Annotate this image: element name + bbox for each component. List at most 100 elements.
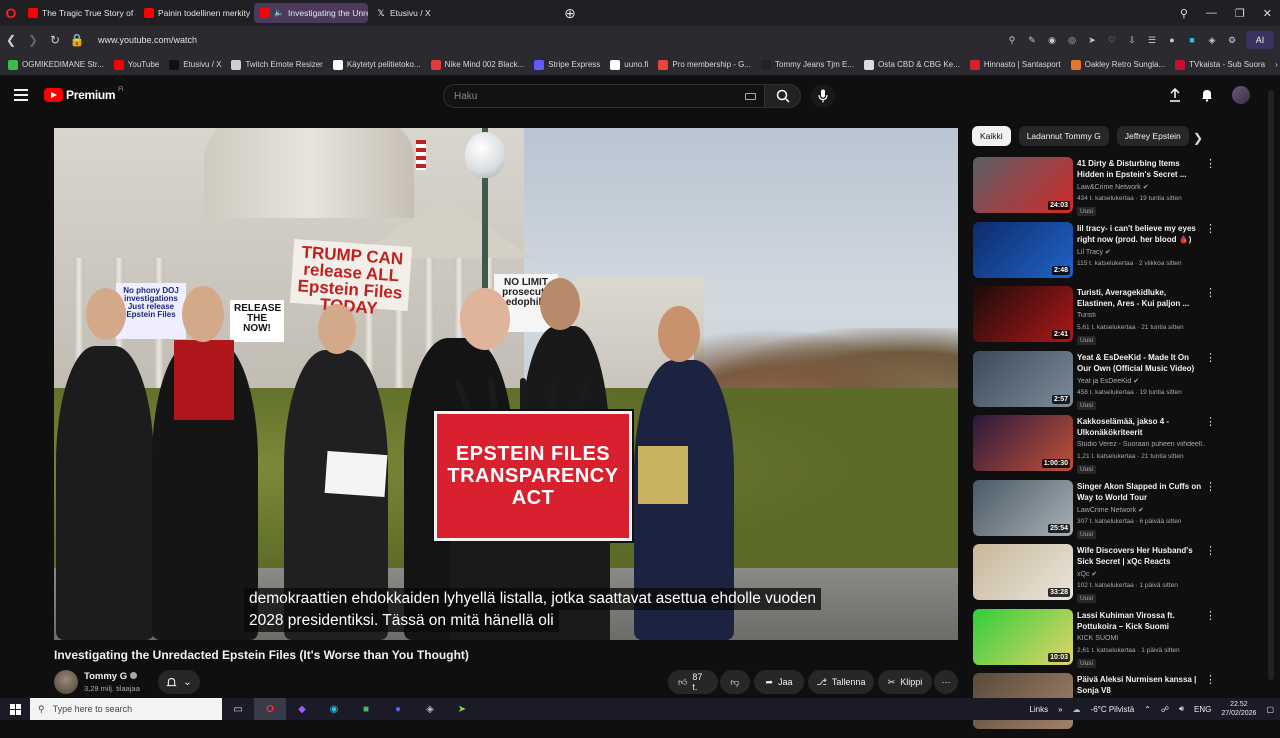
recommendation-channel[interactable]: LawCrime Network ✔ [1077,506,1205,514]
video-thumbnail[interactable]: 2:48 [973,221,1073,278]
more-vertical-icon[interactable]: ⋮ [1205,352,1216,363]
dislike-button[interactable]: 👎︎ [720,670,750,694]
reload-icon[interactable]: ↻ [44,29,66,51]
more-vertical-icon[interactable]: ⋮ [1205,481,1216,492]
links-toolbar[interactable]: Links [1029,705,1048,714]
page-scrollbar[interactable] [1268,90,1274,680]
recommendation-channel-name[interactable]: Law&Crime Network [1077,184,1141,191]
bookmark-item[interactable]: Tommy Jeans Tjm E... [761,59,854,70]
voice-search-button[interactable] [811,84,835,108]
guide-menu-icon[interactable] [14,89,28,101]
recommendation-item[interactable]: 2:48 lil tracy- i can't believe my eyes r… [972,221,1218,287]
recommendation-item[interactable]: 10:03 Lassi Kuhiman Virossa ft. Pottukoir… [972,608,1218,674]
recommendation-item[interactable]: 33:28 Wife Discovers Her Husband's Sick S… [972,544,1218,609]
video-thumbnail[interactable]: 33:28 [973,544,1073,600]
bookmark-item[interactable]: OGMIKEDIMANE Str... [8,59,104,70]
video-thumbnail[interactable]: 10:03 [973,608,1073,665]
recommendation-item[interactable]: 1:00:30 Kakkoselämää, jakso 4 - Ulkonäkök… [972,415,1218,480]
weather-text[interactable]: -6°C Pilvistä [1091,705,1135,714]
extension-icon[interactable]: ■ [1186,34,1198,46]
app-green-icon[interactable]: ■ [350,698,382,720]
channel-avatar[interactable] [54,670,78,694]
bookmark-item[interactable]: Käytetyt pelitietoko... [332,59,421,70]
like-button[interactable]: 👍︎ 87 t. [668,670,718,694]
edit-icon[interactable]: ✎ [1026,34,1038,46]
language-indicator[interactable]: ENG [1194,705,1211,714]
save-button[interactable]: ⎇ Tallenna [808,670,874,694]
bookmark-item[interactable]: Hinnasto | Santasport [969,59,1061,70]
bookmark-item[interactable]: TVkaista - Sub Suora [1175,59,1265,70]
video-thumbnail[interactable]: 2:57 [973,350,1073,407]
recommendation-item[interactable]: 25:54 Singer Akon Slapped in Cuffs on Way… [972,479,1218,545]
chip-uploaded-by[interactable]: Ladannut Tommy G [1018,126,1109,146]
bookmark-item[interactable]: Stripe Express [534,59,600,70]
camera-icon[interactable]: ◉ [1046,34,1058,46]
more-vertical-icon[interactable]: ⋮ [1205,288,1216,299]
minimize-icon[interactable]: — [1206,7,1217,19]
recommendation-channel-name[interactable]: Studio Verez - Suoraan puheen viihdeell.… [1077,441,1205,448]
forward-icon[interactable]: ❯ [22,29,44,51]
task-view-icon[interactable]: ▭ [222,698,254,720]
chip-jeffrey-epstein[interactable]: Jeffrey Epstein [1116,126,1189,146]
notifications-bell-icon[interactable] [1200,88,1214,102]
keyboard-icon[interactable] [745,93,756,100]
video-thumbnail[interactable]: 2:41 [973,286,1073,342]
bookmark-item[interactable]: Pro membership - G... [658,59,751,70]
tab-etusivu-x[interactable]: 𝕏 Etusivu / X [370,3,484,23]
chevron-double-right-icon[interactable]: » [1058,705,1062,714]
figma-icon[interactable]: ◆ [286,698,318,720]
more-actions-button[interactable]: ⋯ [934,670,958,694]
start-button[interactable] [0,698,30,720]
recommendation-channel-name[interactable]: Yeat ja EsDeeKid [1077,378,1131,385]
recommendation-channel[interactable]: xQc ✔ [1077,570,1205,578]
bookmark-item[interactable]: YouTube [113,59,159,70]
recommendation-channel-name[interactable]: Lil Tracy [1077,249,1103,256]
bookmark-item[interactable]: Osta CBD & CBG Ke... [864,59,960,70]
zoom-icon[interactable]: ⚲ [1006,34,1018,46]
upload-icon[interactable] [1168,88,1182,102]
video-thumbnail[interactable]: 1:00:30 [973,415,1073,471]
recommendation-title[interactable]: Lassi Kuhiman Virossa ft. Pottukoira – K… [1077,610,1205,632]
speaker-icon[interactable]: 🔈 [274,8,284,18]
clip-button[interactable]: ✂ Klippi [878,670,932,694]
recommendation-channel[interactable]: KICK SUOMI [1077,635,1205,642]
tab-painin[interactable]: Painin todellinen merkity [138,3,252,23]
recommendation-item[interactable]: 2:57 Yeat & EsDeeKid - Made It On Our Own… [972,350,1218,416]
bookmark-item[interactable]: Oakley Retro Sungla... [1070,59,1165,70]
more-vertical-icon[interactable]: ⋮ [1205,675,1216,686]
recommendation-channel-name[interactable]: Turisti [1077,312,1096,319]
settings-icon[interactable]: ⚙ [1226,34,1238,46]
recommendation-channel-name[interactable]: LawCrime Network [1077,507,1136,514]
more-vertical-icon[interactable]: ⋮ [1205,417,1216,428]
maximize-icon[interactable]: ❐ [1235,7,1245,20]
bookmark-item[interactable]: Nike Mind 002 Black... [430,59,524,70]
network-icon[interactable]: ☍ [1161,705,1169,714]
bookmark-item[interactable]: Twitch Emote Resizer [231,59,323,70]
bookmark-item[interactable]: Etusivu / X [169,59,221,70]
recommendation-title[interactable]: 41 Dirty & Disturbing Items Hidden in Ep… [1077,158,1205,180]
url-field[interactable]: www.youtube.com/watch [98,35,197,45]
profile-icon[interactable]: ● [1166,34,1178,46]
share-button[interactable]: ➦ Jaa [754,670,804,694]
back-icon[interactable]: ❮ [0,29,22,51]
recommendation-title[interactable]: Kakkoselämää, jakso 4 - Ulkonäkökriteeri… [1077,416,1205,438]
opera-menu-icon[interactable]: O [0,0,22,26]
channel-name-text[interactable]: Tommy G [84,671,127,682]
search-input[interactable]: Haku [443,84,765,108]
account-avatar[interactable] [1232,86,1250,104]
chevron-up-icon[interactable]: ⌃ [1144,705,1151,714]
weather-cloud-icon[interactable]: ☁ [1073,705,1081,714]
chevron-right-icon[interactable]: ❯ [1193,131,1203,145]
recommendation-channel[interactable]: Yeat ja EsDeeKid ✔ [1077,377,1205,385]
notifications-icon[interactable]: ▢ [1266,705,1274,714]
video-thumbnail[interactable]: 24:03 [973,157,1073,213]
tab-investigating[interactable]: 🔈 Investigating the Unre [254,3,368,23]
close-icon[interactable]: ✕ [1263,7,1272,20]
recommendation-title[interactable]: Yeat & EsDeeKid - Made It On Our Own (Of… [1077,352,1205,374]
volume-icon[interactable]: 🔊︎ [1179,704,1184,714]
recommendation-title[interactable]: lil tracy- i can't believe my eyes right… [1077,223,1205,245]
vpn-icon[interactable]: ◎ [1066,34,1078,46]
more-vertical-icon[interactable]: ⋮ [1205,159,1216,170]
youtube-premium-logo[interactable]: Premium FI [44,87,124,102]
bookmark-item[interactable]: uuno.fi [610,59,648,70]
